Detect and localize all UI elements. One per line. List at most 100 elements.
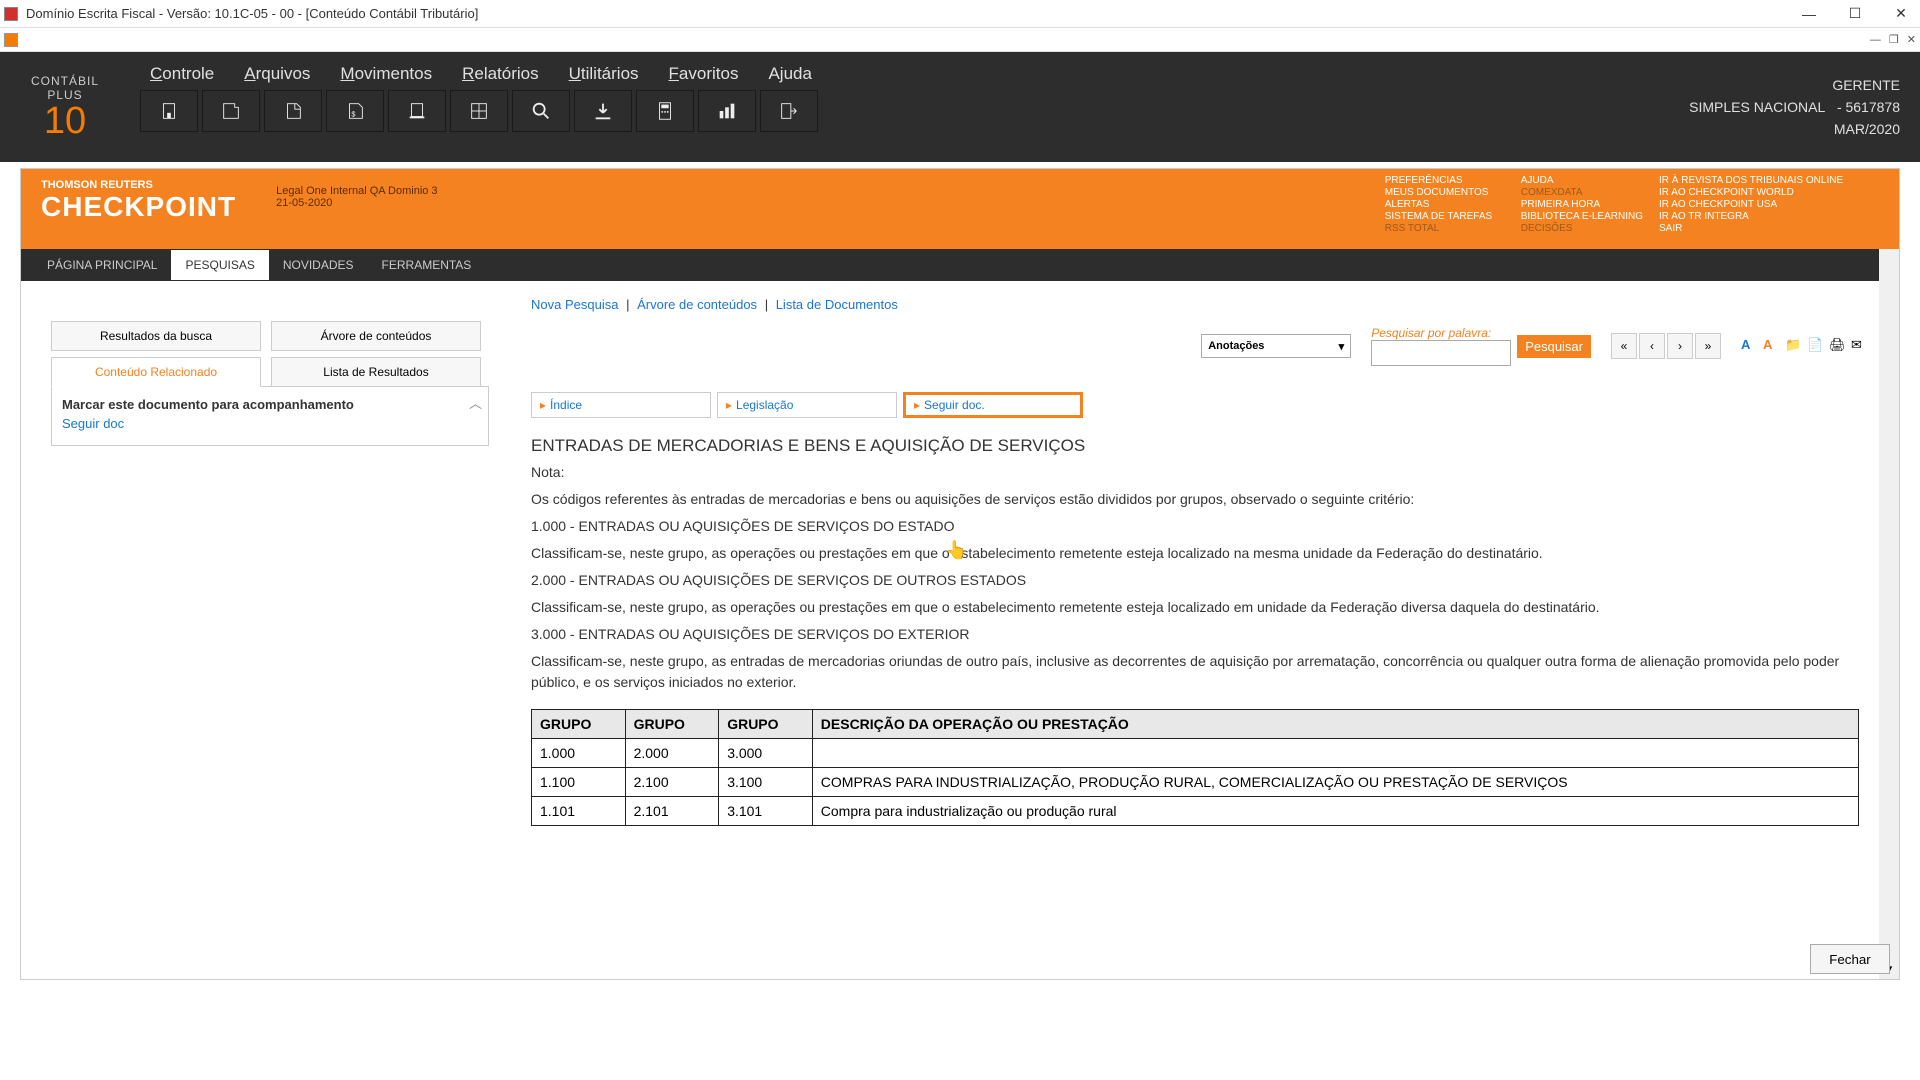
side-tab-resultados[interactable]: Resultados da busca: [51, 321, 261, 351]
side-tab-arvore[interactable]: Árvore de conteúdos: [271, 321, 481, 351]
pager-next[interactable]: ›: [1667, 333, 1693, 359]
regime-label: SIMPLES NACIONAL: [1689, 99, 1825, 115]
folder-icon[interactable]: 📁: [1785, 337, 1803, 355]
tab-novidades[interactable]: NOVIDADES: [269, 250, 368, 280]
collapse-icon[interactable]: ︿: [469, 393, 482, 412]
app-icon: [4, 7, 18, 21]
pager-last[interactable]: »: [1695, 333, 1721, 359]
table-row: 1.101 2.101 3.101 Compra para industrial…: [532, 797, 1859, 826]
toolbar-download-icon[interactable]: [574, 90, 632, 132]
menu-arquivos[interactable]: Arquivos: [244, 64, 310, 84]
menu-utilitarios[interactable]: Utilitários: [569, 64, 639, 84]
docnav-legislacao[interactable]: ▸Legislação: [717, 392, 897, 418]
link-rt-online[interactable]: IR À REVISTA DOS TRIBUNAIS ONLINE: [1659, 175, 1859, 186]
mdi-minimize-icon[interactable]: —: [1870, 34, 1881, 46]
doc-table: GRUPO GRUPO GRUPO DESCRIÇÃO DA OPERAÇÃO …: [531, 709, 1859, 826]
toolbar-btn-6[interactable]: [450, 90, 508, 132]
fechar-button[interactable]: Fechar: [1810, 944, 1890, 974]
link-alertas[interactable]: ALERTAS: [1385, 199, 1505, 210]
print-icon[interactable]: 🖨: [1829, 337, 1847, 355]
header-info: GERENTE SIMPLES NACIONAL - 5617878 MAR/2…: [1660, 52, 1920, 162]
pager: « ‹ › »: [1611, 333, 1721, 359]
brand-number: 10: [44, 102, 86, 140]
th-2: GRUPO: [719, 710, 813, 739]
toolbar-calculator-icon[interactable]: [636, 90, 694, 132]
side-tab-conteudo[interactable]: Conteúdo Relacionado: [51, 357, 261, 387]
doc-g2d: Classificam-se, neste grupo, as operaçõe…: [531, 597, 1859, 618]
link-primeira-hora[interactable]: PRIMEIRA HORA: [1521, 199, 1643, 210]
bc-lista[interactable]: Lista de Documentos: [776, 297, 898, 312]
link-tr-integra[interactable]: IR AO TR INTEGRA: [1659, 211, 1859, 222]
mdi-icon: [4, 33, 18, 47]
user-label: GERENTE: [1832, 77, 1900, 93]
search-button[interactable]: Pesquisar: [1517, 335, 1591, 358]
search-label: Pesquisar por palavra:: [1371, 326, 1511, 340]
link-ajuda[interactable]: AJUDA: [1521, 175, 1643, 186]
table-row: 1.100 2.100 3.100 COMPRAS PARA INDUSTRIA…: [532, 768, 1859, 797]
doc-p1: Os códigos referentes às entradas de mer…: [531, 489, 1859, 510]
link-decisoes[interactable]: DECISÕES: [1521, 223, 1643, 234]
pager-first[interactable]: «: [1611, 333, 1637, 359]
document-view[interactable]: ENTRADAS DE MERCADORIAS E BENS E AQUISIÇ…: [531, 436, 1869, 856]
pager-prev[interactable]: ‹: [1639, 333, 1665, 359]
side-tab-lista[interactable]: Lista de Resultados: [271, 357, 481, 387]
th-3: DESCRIÇÃO DA OPERAÇÃO OU PRESTAÇÃO: [812, 710, 1858, 739]
doc-nota: Nota:: [531, 462, 1859, 483]
tab-ferramentas[interactable]: FERRAMENTAS: [368, 250, 486, 280]
docnav-indice[interactable]: ▸Índice: [531, 392, 711, 418]
toolbar: $: [130, 84, 1660, 138]
toolbar-search-icon[interactable]: [512, 90, 570, 132]
link-sistema-tarefas[interactable]: SISTEMA DE TAREFAS: [1385, 211, 1505, 222]
breadcrumb: Nova Pesquisa | Árvore de conteúdos | Li…: [531, 297, 1869, 312]
bc-nova[interactable]: Nova Pesquisa: [531, 297, 618, 312]
mdi-restore-icon[interactable]: ❐: [1889, 33, 1899, 46]
menu-relatorios[interactable]: Relatórios: [462, 64, 539, 84]
menu-controle[interactable]: Controle: [150, 64, 214, 84]
toolbar-btn-4[interactable]: $: [326, 90, 384, 132]
search-input[interactable]: [1371, 340, 1511, 366]
menu-ajuda[interactable]: Ajuda: [768, 64, 811, 84]
font-increase-icon[interactable]: A: [1741, 337, 1759, 355]
toolbar-btn-2[interactable]: [202, 90, 260, 132]
toolbar-btn-3[interactable]: [264, 90, 322, 132]
minimize-button[interactable]: —: [1794, 2, 1824, 26]
th-1: GRUPO: [625, 710, 719, 739]
cp-meta1: Legal One Internal QA Dominio 3: [276, 185, 437, 197]
font-decrease-icon[interactable]: A: [1763, 337, 1781, 355]
cp-sidebar: Resultados da busca Árvore de conteúdos …: [21, 281, 501, 979]
brand-line1: CONTÁBIL: [31, 74, 99, 88]
bc-arvore[interactable]: Árvore de conteúdos: [637, 297, 757, 312]
anotacoes-dropdown[interactable]: Anotações ▾: [1201, 334, 1351, 358]
toolbar-btn-5[interactable]: [388, 90, 446, 132]
mdi-close-icon[interactable]: ✕: [1907, 33, 1916, 46]
copy-icon[interactable]: 📄: [1807, 337, 1825, 355]
menubar: CONTÁBIL PLUS 10 Controle Arquivos Movim…: [0, 52, 1920, 162]
doc-g3: 3.000 - ENTRADAS OU AQUISIÇÕES DE SERVIÇ…: [531, 624, 1859, 645]
brand-logo: CONTÁBIL PLUS 10: [0, 52, 130, 162]
link-meus-docs[interactable]: MEUS DOCUMENTOS: [1385, 187, 1505, 198]
link-comexdata[interactable]: COMEXDATA: [1521, 187, 1643, 198]
mail-icon[interactable]: ✉: [1851, 337, 1869, 355]
tab-pesquisas[interactable]: PESQUISAS: [171, 250, 268, 280]
seguir-doc-link[interactable]: Seguir doc: [62, 416, 478, 431]
menu-favoritos[interactable]: Favoritos: [669, 64, 739, 84]
tab-pagina-principal[interactable]: PÁGINA PRINCIPAL: [33, 250, 171, 280]
dropdown-icon: ▾: [1339, 340, 1345, 353]
toolbar-exit-icon[interactable]: [760, 90, 818, 132]
link-cp-world[interactable]: IR AO CHECKPOINT WORLD: [1659, 187, 1859, 198]
link-cp-usa[interactable]: IR AO CHECKPOINT USA: [1659, 199, 1859, 210]
toolbar-btn-1[interactable]: [140, 90, 198, 132]
link-elearning[interactable]: BIBLIOTECA E-LEARNING: [1521, 211, 1643, 222]
svg-text:$: $: [351, 110, 355, 119]
toolbar-chart-icon[interactable]: [698, 90, 756, 132]
link-preferencias[interactable]: PREFERÊNCIAS: [1385, 175, 1505, 186]
docnav-seguir[interactable]: ▸Seguir doc.: [903, 392, 1083, 418]
menu-movimentos[interactable]: Movimentos: [340, 64, 432, 84]
doc-g2: 2.000 - ENTRADAS OU AQUISIÇÕES DE SERVIÇ…: [531, 570, 1859, 591]
maximize-button[interactable]: ☐: [1840, 2, 1870, 26]
cp-main: Nova Pesquisa | Árvore de conteúdos | Li…: [501, 281, 1899, 979]
link-rss[interactable]: RSS TOTAL: [1385, 223, 1505, 234]
window-title: Domínio Escrita Fiscal - Versão: 10.1C-0…: [26, 6, 1794, 21]
link-sair[interactable]: SAIR: [1659, 223, 1859, 234]
close-button[interactable]: ✕: [1886, 2, 1916, 26]
